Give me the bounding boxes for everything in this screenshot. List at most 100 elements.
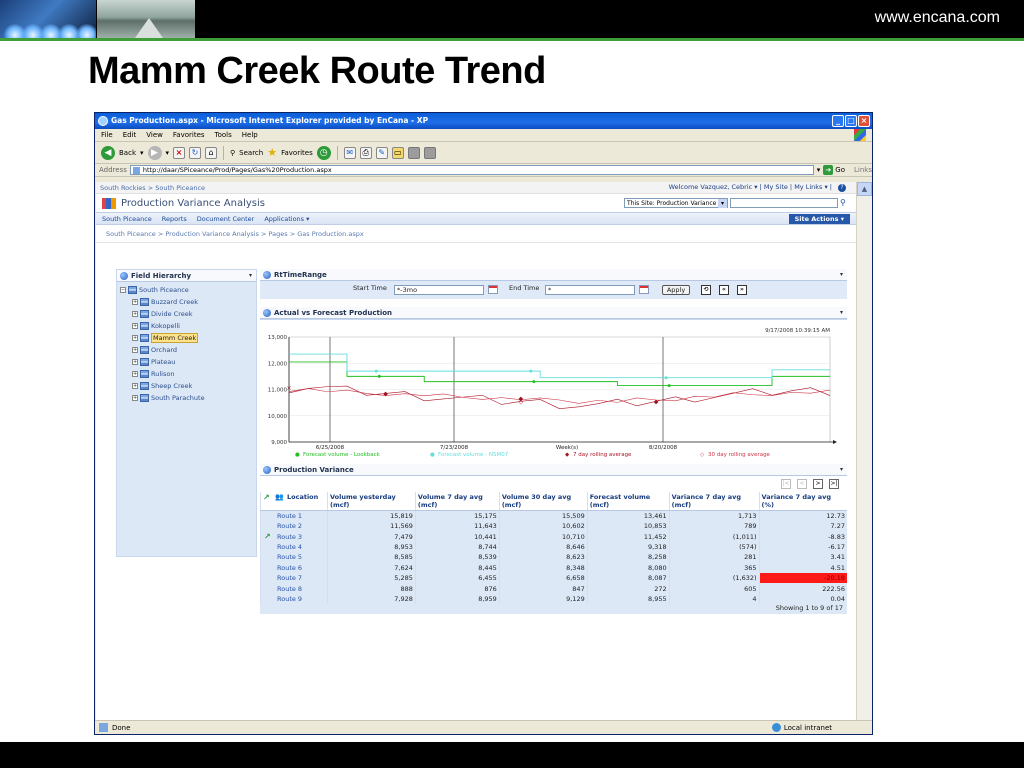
maximize-button[interactable]: □: [845, 115, 857, 127]
tree-item-plateau[interactable]: + Plateau: [120, 356, 256, 368]
minimize-button[interactable]: _: [832, 115, 844, 127]
favorites-star-icon[interactable]: ★: [267, 146, 277, 159]
close-button[interactable]: ×: [858, 115, 870, 127]
col-location[interactable]: ↗ 👥 Location: [260, 492, 328, 511]
expand-icon[interactable]: +: [132, 299, 138, 305]
address-input[interactable]: http://daar/SPiceance/Prod/Pages/Gas%20P…: [129, 165, 814, 175]
table-row[interactable]: Route 2 11,569 11,643 10,602 10,853 789 7.27: [260, 521, 847, 532]
expand-icon[interactable]: +: [132, 359, 138, 365]
mail-icon[interactable]: ✉: [343, 146, 356, 159]
address-dropdown-icon[interactable]: ▾: [817, 166, 821, 174]
go-button[interactable]: ➔ Go: [823, 165, 845, 175]
collapse-icon[interactable]: −: [120, 287, 126, 293]
next-page-icon[interactable]: >: [813, 479, 823, 489]
scroll-up-icon[interactable]: ▲: [857, 182, 872, 196]
col-variance-pct[interactable]: Variance 7 day avg (%): [758, 492, 847, 511]
tree-item-orchard[interactable]: + Orchard: [120, 344, 256, 356]
nav-applications[interactable]: Applications ▾: [264, 215, 309, 223]
expand-icon[interactable]: +: [132, 347, 138, 353]
history-icon[interactable]: ◷: [316, 145, 331, 160]
route-link[interactable]: Route 5: [260, 552, 328, 563]
expand-icon[interactable]: +: [132, 311, 138, 317]
route-link[interactable]: ↗ Route 3: [260, 531, 328, 542]
tree-item-south-parachute[interactable]: + South Parachute: [120, 392, 256, 404]
last-page-icon[interactable]: >|: [829, 479, 839, 489]
route-link[interactable]: Route 6: [260, 562, 328, 573]
tree-item-buzzard-creek[interactable]: + Buzzard Creek: [120, 296, 256, 308]
table-row[interactable]: Route 4 8,953 8,744 8,646 9,318 (574) -6.17: [260, 541, 847, 553]
tree-root[interactable]: − South Piceance: [120, 284, 256, 296]
webpart-menu-icon[interactable]: ▾: [840, 309, 843, 316]
menu-favorites[interactable]: Favorites: [173, 131, 205, 139]
table-row[interactable]: Route 7 5,285 6,455 6,658 8,087 (1,632) -20.18: [260, 572, 847, 584]
expand-icon[interactable]: +: [132, 395, 138, 401]
col-volume-30day[interactable]: Volume 30 day avg (mcf): [498, 492, 588, 511]
table-row[interactable]: Route 6 7,624 8,445 8,348 8,080 365 4.51: [260, 562, 847, 573]
global-breadcrumb[interactable]: South Rockies > South Piceance: [100, 184, 205, 192]
expand-icon[interactable]: +: [132, 383, 138, 389]
end-time-input[interactable]: *: [545, 285, 635, 295]
table-row[interactable]: Route 9 7,928 8,959 9,129 8,955 4 0.04: [260, 593, 847, 605]
expand-icon[interactable]: +: [132, 335, 138, 341]
col-volume-yesterday[interactable]: Volume yesterday (mcf): [326, 492, 416, 511]
calendar-icon[interactable]: [639, 285, 649, 294]
menu-tools[interactable]: Tools: [215, 131, 232, 139]
back-button[interactable]: Back: [119, 149, 136, 157]
calendar-icon[interactable]: [488, 285, 498, 294]
menu-edit[interactable]: Edit: [123, 131, 137, 139]
route-link[interactable]: Route 9: [260, 593, 328, 605]
tree-label-selected[interactable]: Mamm Creek: [151, 333, 199, 343]
site-actions-button[interactable]: Site Actions ▾: [788, 214, 850, 224]
apply-button[interactable]: Apply: [662, 285, 690, 295]
print-icon[interactable]: ⎙: [359, 146, 372, 159]
table-row[interactable]: Route 5 8,585 8,539 8,623 8,258 281 3.41: [260, 552, 847, 563]
help-icon[interactable]: ?: [838, 184, 846, 192]
nav-reports[interactable]: Reports: [162, 215, 187, 223]
tree-label[interactable]: Divide Creek: [151, 310, 193, 318]
menu-view[interactable]: View: [146, 131, 163, 139]
tree-item-rulison[interactable]: + Rulison: [120, 368, 256, 380]
favorites-button[interactable]: Favorites: [281, 149, 313, 157]
tree-item-mamm-creek[interactable]: + Mamm Creek: [120, 332, 256, 344]
links-button[interactable]: Links: [854, 166, 872, 174]
page-breadcrumb[interactable]: South Piceance > Production Variance Ana…: [96, 225, 856, 243]
stop-icon[interactable]: ×: [173, 146, 186, 159]
webpart-menu-icon[interactable]: ▾: [249, 272, 252, 279]
nav-document-center[interactable]: Document Center: [197, 215, 255, 223]
tree-label[interactable]: Kokopelli: [151, 322, 180, 330]
route-link[interactable]: Route 8: [260, 583, 328, 594]
welcome-menu[interactable]: Welcome Vazquez, Cebric ▾ | My Site | My…: [669, 183, 846, 192]
tree-label[interactable]: Plateau: [151, 358, 175, 366]
folder-icon[interactable]: ▭: [391, 146, 404, 159]
route-link[interactable]: Route 2: [260, 521, 328, 532]
refresh-icon[interactable]: ↻: [189, 146, 202, 159]
nav-south-piceance[interactable]: South Piceance: [102, 215, 152, 223]
vertical-scrollbar[interactable]: ▲: [856, 182, 872, 720]
expand-icon[interactable]: +: [132, 371, 138, 377]
route-link[interactable]: Route 1: [260, 510, 328, 521]
refresh-time-icon[interactable]: ⟲: [701, 285, 711, 295]
tree-label[interactable]: South Piceance: [139, 286, 189, 294]
forward-dropdown-icon[interactable]: ▾: [166, 149, 170, 157]
messenger-icon[interactable]: [423, 146, 436, 159]
expand-icon[interactable]: +: [132, 323, 138, 329]
fast-forward-icon[interactable]: »: [737, 285, 747, 295]
site-title[interactable]: Production Variance Analysis: [121, 198, 265, 209]
tree-item-sheep-creek[interactable]: + Sheep Creek: [120, 380, 256, 392]
webpart-menu-icon[interactable]: ▾: [840, 466, 843, 473]
search-scope-select[interactable]: This Site: Production Variance ▾: [624, 198, 728, 208]
table-row[interactable]: ↗ Route 3 7,479 10,441 10,710 11,452 (1,011) -8…: [260, 531, 847, 542]
menu-file[interactable]: File: [101, 131, 113, 139]
start-time-input[interactable]: *-3mo: [394, 285, 484, 295]
tree-label[interactable]: Rulison: [151, 370, 174, 378]
tree-label[interactable]: Buzzard Creek: [151, 298, 198, 306]
search-button[interactable]: Search: [239, 149, 263, 157]
search-go-icon[interactable]: ⚲: [840, 198, 850, 208]
forward-arrow-icon[interactable]: ▶: [147, 145, 162, 160]
research-icon[interactable]: [407, 146, 420, 159]
col-volume-7day[interactable]: Volume 7 day avg (mcf): [414, 492, 500, 511]
edit-icon[interactable]: ✎: [375, 146, 388, 159]
rewind-icon[interactable]: «: [719, 285, 729, 295]
tree-item-kokopelli[interactable]: + Kokopelli: [120, 320, 256, 332]
tree-label[interactable]: South Parachute: [151, 394, 205, 402]
